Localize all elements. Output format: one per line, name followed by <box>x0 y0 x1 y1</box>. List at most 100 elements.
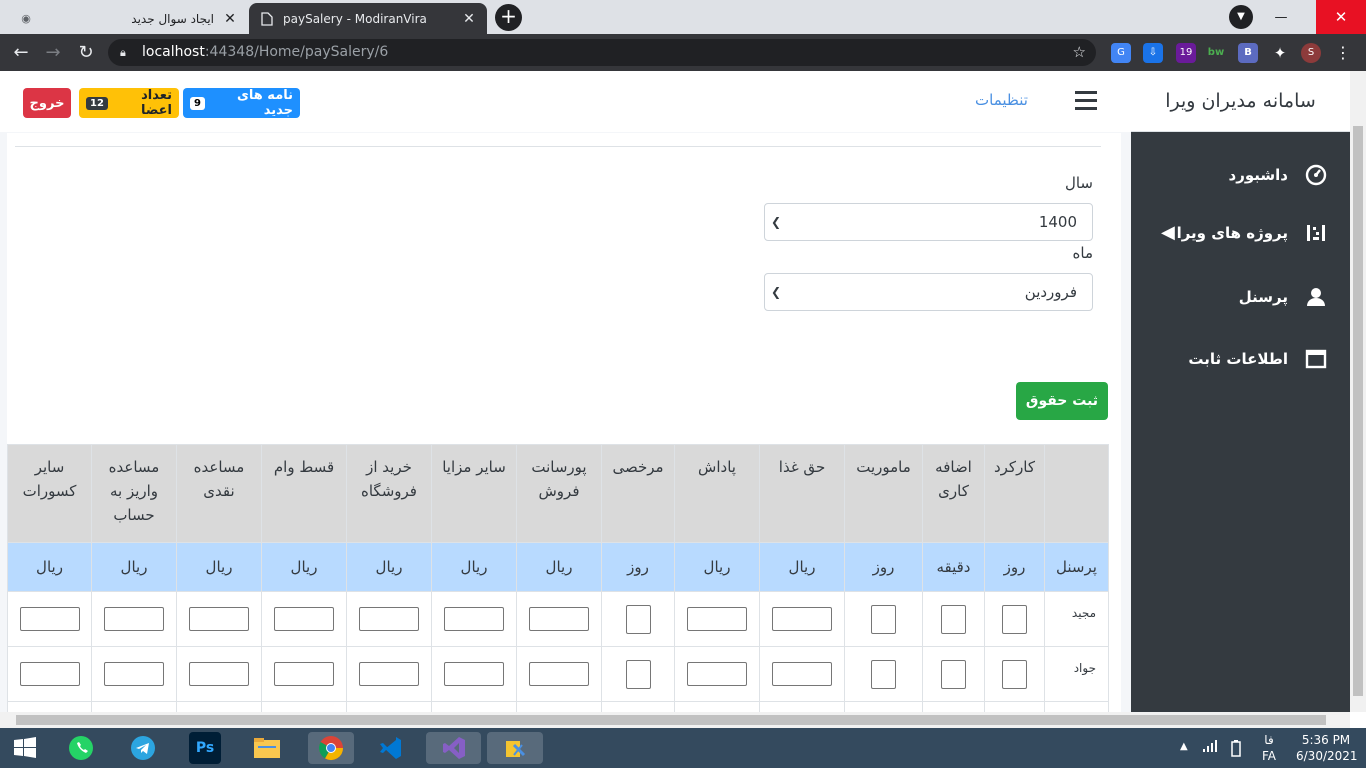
col-header: خرید از فروشگاه <box>346 444 432 543</box>
members-count-button[interactable]: تعداد اعضا 12 <box>79 88 179 118</box>
amount-input[interactable] <box>189 607 249 631</box>
whatsapp-icon[interactable] <box>65 732 97 764</box>
amount-input[interactable] <box>772 662 832 686</box>
tab-new-question[interactable]: ◉ ایجاد سوال جدید ✕ <box>8 3 248 34</box>
brand-title[interactable]: سامانه مدیران ویرا <box>1131 71 1350 132</box>
amount-input[interactable] <box>274 662 334 686</box>
vscode-icon[interactable] <box>374 732 406 764</box>
profile-avatar[interactable]: S <box>1301 43 1321 63</box>
amount-input[interactable] <box>529 662 589 686</box>
amount-input[interactable] <box>687 662 747 686</box>
amount-input[interactable] <box>104 662 164 686</box>
notification-extension-icon[interactable]: 19 <box>1176 43 1196 63</box>
clock[interactable]: 5:36 PM 6/30/2021 <box>1296 732 1358 772</box>
telegram-icon[interactable] <box>127 732 159 764</box>
unit-cell: ریال <box>431 542 517 592</box>
amount-input[interactable] <box>871 659 896 689</box>
logout-button[interactable]: خروج <box>23 88 71 118</box>
table-cell <box>516 591 602 647</box>
table-cell <box>91 646 177 702</box>
col-header: قسط وام <box>261 444 347 543</box>
horizontal-scrollbar[interactable] <box>0 712 1350 728</box>
sidebar: داشبورد پروژه های ویرا ◀ پرسنل اطلاعات ث… <box>1131 132 1350 712</box>
table-cell <box>844 591 923 647</box>
chevron-down-icon: ❯ <box>771 285 782 299</box>
vertical-scrollbar[interactable] <box>1350 71 1366 712</box>
amount-input[interactable] <box>359 607 419 631</box>
caret-left-icon[interactable]: ◀ <box>1161 222 1175 243</box>
month-select[interactable]: فروردین ❯ <box>764 273 1093 311</box>
year-select[interactable]: 1400 ❯ <box>764 203 1093 241</box>
col-header: اضافه کاری <box>922 444 985 543</box>
battery-icon[interactable] <box>1228 739 1244 779</box>
sidebar-item-fixed-info[interactable]: اطلاعات ثابت <box>1188 344 1328 374</box>
amount-input[interactable] <box>871 604 896 634</box>
page-icon <box>259 11 275 27</box>
amount-input[interactable] <box>19 607 80 631</box>
table-cell <box>922 646 985 702</box>
chrome-icon[interactable] <box>308 732 354 764</box>
amount-input[interactable] <box>687 607 747 631</box>
table-cell <box>601 591 675 647</box>
address-bar[interactable]: 🔒︎ localhost:44348/Home/paySalery/6 ☆ <box>108 39 1096 66</box>
file-explorer-icon[interactable] <box>251 732 283 764</box>
amount-input[interactable] <box>625 604 651 634</box>
close-window-icon[interactable]: ✕ <box>1316 0 1366 34</box>
back-icon[interactable]: ← <box>10 42 32 64</box>
tab-pay-salery[interactable]: paySalery - ModiranVira ✕ <box>249 3 487 34</box>
bookmark-star-icon[interactable]: ☆ <box>1073 39 1086 66</box>
visual-studio-icon[interactable] <box>426 732 481 764</box>
new-messages-button[interactable]: نامه های جدید 9 <box>183 88 300 118</box>
sidebar-item-personnel[interactable]: پرسنل <box>1239 282 1328 312</box>
amount-input[interactable] <box>359 662 419 686</box>
clock-time: 5:36 PM <box>1301 733 1351 747</box>
unit-cell: ریال <box>7 542 92 592</box>
network-icon[interactable] <box>1202 739 1218 779</box>
amount-input[interactable] <box>189 662 249 686</box>
amount-input[interactable] <box>444 662 504 686</box>
amount-input[interactable] <box>941 659 966 689</box>
col-header <box>1044 444 1109 543</box>
amount-input[interactable] <box>19 662 80 686</box>
menu-kebab-icon[interactable]: ⋮ <box>1333 43 1353 63</box>
amount-input[interactable] <box>1002 604 1027 634</box>
amount-input[interactable] <box>444 607 504 631</box>
unit-cell: ریال <box>346 542 432 592</box>
tray-chevron-icon[interactable]: ▲ <box>1180 741 1188 781</box>
bw-extension-icon[interactable]: bw <box>1206 43 1226 63</box>
minimize-icon[interactable]: — <box>1258 0 1304 34</box>
hamburger-menu-icon[interactable] <box>1075 91 1097 110</box>
download-extension-icon[interactable]: ⇩ <box>1143 43 1163 63</box>
settings-link[interactable]: تنظیمات <box>975 91 1028 109</box>
extensions-puzzle-icon[interactable]: ✦ <box>1270 43 1290 63</box>
windows-start-icon[interactable] <box>9 732 41 764</box>
table-cell <box>176 646 262 702</box>
amount-input[interactable] <box>274 607 334 631</box>
translate-extension-icon[interactable]: G <box>1111 43 1131 63</box>
close-tab-icon[interactable]: ✕ <box>222 11 238 27</box>
tools-app-icon[interactable] <box>487 732 543 764</box>
submit-salary-button[interactable]: ثبت حقوق <box>1016 382 1108 420</box>
amount-input[interactable] <box>104 607 164 631</box>
amount-input[interactable] <box>529 607 589 631</box>
close-tab-icon[interactable]: ✕ <box>461 11 477 27</box>
amount-input[interactable] <box>625 659 651 689</box>
table-cell <box>7 646 92 702</box>
reload-icon[interactable]: ↻ <box>75 42 97 64</box>
language-indicator[interactable]: فا FA <box>1262 732 1276 772</box>
amount-input[interactable] <box>772 607 832 631</box>
photoshop-icon[interactable]: Ps <box>189 732 221 764</box>
amount-input[interactable] <box>941 604 966 634</box>
dashboard-icon <box>1304 163 1328 187</box>
forward-icon[interactable]: → <box>42 42 64 64</box>
b-extension-icon[interactable]: B <box>1238 43 1258 63</box>
amount-input[interactable] <box>1002 659 1027 689</box>
tab-search-icon[interactable]: ▼ <box>1229 5 1253 29</box>
new-tab-button[interactable]: + <box>495 4 522 31</box>
sidebar-item-vira-projects[interactable]: پروژه های ویرا <box>1177 218 1328 248</box>
table-cell <box>844 646 923 702</box>
tab-title: paySalery - ModiranVira <box>283 11 427 26</box>
header-row: کارکرد اضافه کاری ماموریت حق غذا پاداش م… <box>7 444 1109 543</box>
unit-cell: روز <box>601 542 675 592</box>
sidebar-item-dashboard[interactable]: داشبورد <box>1229 160 1328 190</box>
